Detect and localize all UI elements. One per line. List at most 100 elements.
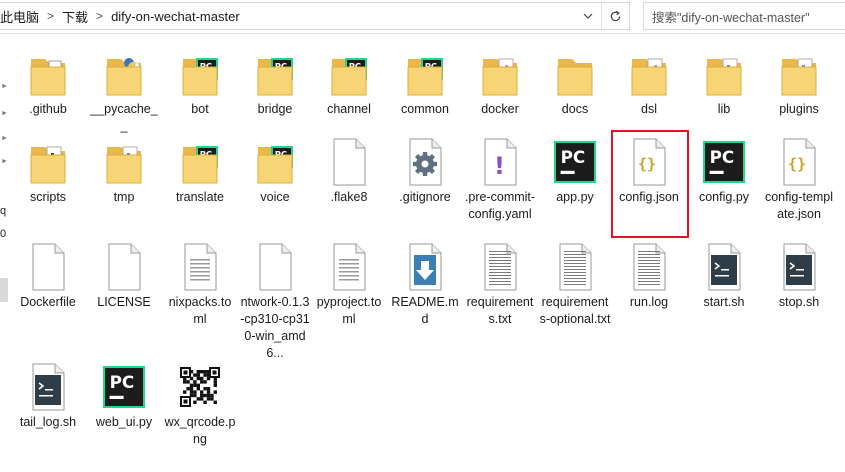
folder-icon — [763, 48, 835, 100]
file-item[interactable]: PC bot — [164, 48, 236, 118]
file-item[interactable]: requirements-optional.txt — [539, 241, 611, 328]
shell-script-icon — [763, 241, 835, 293]
file-item[interactable]: scripts — [12, 136, 84, 206]
file-item[interactable]: {} config.json — [611, 130, 689, 238]
navigation-pane[interactable]: ► ► ► ► q 0 — [0, 35, 9, 472]
svg-text:!: ! — [494, 152, 505, 180]
breadcrumb-this-pc[interactable]: 此电脑 — [0, 7, 39, 26]
file-item[interactable]: ! dsl — [613, 48, 685, 118]
file-name-label: web_ui.py — [95, 415, 153, 429]
file-item[interactable]: plugins — [763, 48, 835, 118]
file-name-label: plugins — [779, 102, 819, 116]
file-name-label: .github — [29, 102, 67, 116]
file-name-label: ntwork-0.1.3-cp310-cp310-win_amd6... — [240, 295, 310, 360]
file-name-label: README.md — [391, 295, 459, 326]
file-name-label: stop.sh — [778, 295, 820, 309]
file-name-label: tail_log.sh — [19, 415, 77, 429]
file-item[interactable]: docs — [539, 48, 611, 118]
nav-item-label[interactable]: q — [0, 205, 6, 217]
refresh-button[interactable] — [601, 3, 629, 29]
file-item[interactable]: PC config.py — [688, 136, 760, 206]
file-item[interactable]: ! docker — [464, 48, 536, 118]
file-icon — [239, 241, 311, 293]
file-name-label: voice — [260, 190, 290, 204]
address-history-dropdown[interactable] — [573, 3, 601, 29]
file-item[interactable]: requirements.txt — [464, 241, 536, 328]
file-item[interactable]: LICENSE — [88, 241, 160, 311]
file-item[interactable]: wx_qrcode.png — [164, 361, 236, 448]
file-name-label: app.py — [556, 190, 594, 204]
pycharm-folder-icon: PC — [164, 48, 236, 100]
file-item[interactable]: ! .pre-commit-config.yaml — [464, 136, 536, 223]
text-file-icon — [539, 241, 611, 293]
file-icon — [12, 241, 84, 293]
file-item[interactable]: .flake8 — [313, 136, 385, 206]
file-item[interactable]: .github — [12, 48, 84, 118]
qr-code-image-icon — [164, 361, 236, 413]
address-bar[interactable]: 此电脑 > 下载 > dify-on-wechat-master — [0, 2, 630, 30]
file-name-label: .pre-commit-config.yaml — [464, 190, 536, 221]
expand-arrow-icon[interactable]: ► — [0, 158, 9, 165]
file-name-label: nixpacks.toml — [168, 295, 232, 326]
chevron-right-icon[interactable]: > — [96, 9, 103, 23]
file-name-label: pyproject.toml — [316, 295, 382, 326]
breadcrumb-downloads[interactable]: 下载 — [62, 7, 88, 26]
file-name-label: __pycache__ — [90, 102, 158, 133]
svg-text:PC: PC — [710, 147, 735, 167]
file-item[interactable]: PC translate — [164, 136, 236, 206]
file-item[interactable]: tail_log.sh — [12, 361, 84, 431]
pycharm-folder-icon: PC — [389, 48, 461, 100]
nav-item-label[interactable]: 0 — [0, 228, 6, 240]
file-name-label: bot — [191, 102, 209, 116]
file-name-label: dsl — [641, 102, 657, 116]
file-name-label: bridge — [257, 102, 293, 116]
folder-icon: ! — [464, 48, 536, 100]
file-item[interactable]: tmp — [88, 136, 160, 206]
file-item[interactable]: stop.sh — [763, 241, 835, 311]
file-item[interactable]: nixpacks.toml — [164, 241, 236, 328]
file-item[interactable]: lib — [688, 48, 760, 118]
pycharm-folder-icon: PC — [239, 48, 311, 100]
folder-icon — [539, 48, 611, 100]
pycharm-folder-icon: PC — [239, 136, 311, 188]
file-item[interactable]: pyproject.toml — [313, 241, 385, 328]
markdown-file-icon — [389, 241, 461, 293]
file-name-label: config-template.json — [764, 190, 834, 221]
breadcrumb-current-folder[interactable]: dify-on-wechat-master — [111, 9, 240, 24]
file-item[interactable]: PC bridge — [239, 48, 311, 118]
file-name-label: wx_qrcode.png — [164, 415, 236, 446]
file-item[interactable]: ntwork-0.1.3-cp310-cp310-win_amd6... — [239, 241, 311, 362]
address-toolbar: 此电脑 > 下载 > dify-on-wechat-master 搜索"dify… — [0, 0, 845, 34]
file-name-label: start.sh — [703, 295, 745, 309]
shell-script-icon — [688, 241, 760, 293]
folder-icon: ! — [613, 48, 685, 100]
file-name-label: channel — [327, 102, 371, 116]
expand-arrow-icon[interactable]: ► — [0, 135, 9, 142]
file-item[interactable]: README.md — [389, 241, 461, 328]
file-item[interactable]: __pycache__ — [88, 48, 160, 135]
file-item[interactable]: start.sh — [688, 241, 760, 311]
text-file-icon — [464, 241, 536, 293]
pycharm-folder-icon: PC — [164, 136, 236, 188]
svg-text:PC: PC — [110, 372, 135, 392]
file-name-label: .flake8 — [330, 190, 368, 204]
expand-arrow-icon[interactable]: ► — [0, 110, 9, 117]
file-item[interactable]: PC voice — [239, 136, 311, 206]
file-item[interactable]: PC channel — [313, 48, 385, 118]
file-name-label: LICENSE — [97, 295, 151, 309]
file-item[interactable]: PC common — [389, 48, 461, 118]
file-item[interactable]: {} config-template.json — [763, 136, 835, 223]
refresh-icon — [610, 10, 621, 21]
file-item[interactable]: run.log — [613, 241, 685, 311]
search-input[interactable]: 搜索"dify-on-wechat-master" — [643, 2, 845, 30]
file-item[interactable]: PC web_ui.py — [88, 361, 160, 431]
python-folder-icon — [88, 48, 160, 100]
expand-arrow-icon[interactable]: ► — [0, 83, 9, 90]
chevron-down-icon — [583, 13, 592, 19]
file-item[interactable]: PC app.py — [539, 136, 611, 206]
chevron-right-icon[interactable]: > — [47, 9, 54, 23]
file-item[interactable]: .gitignore — [389, 136, 461, 206]
file-item[interactable]: Dockerfile — [12, 241, 84, 311]
nav-selected-item[interactable] — [0, 278, 8, 302]
file-name-label: scripts — [29, 190, 67, 204]
